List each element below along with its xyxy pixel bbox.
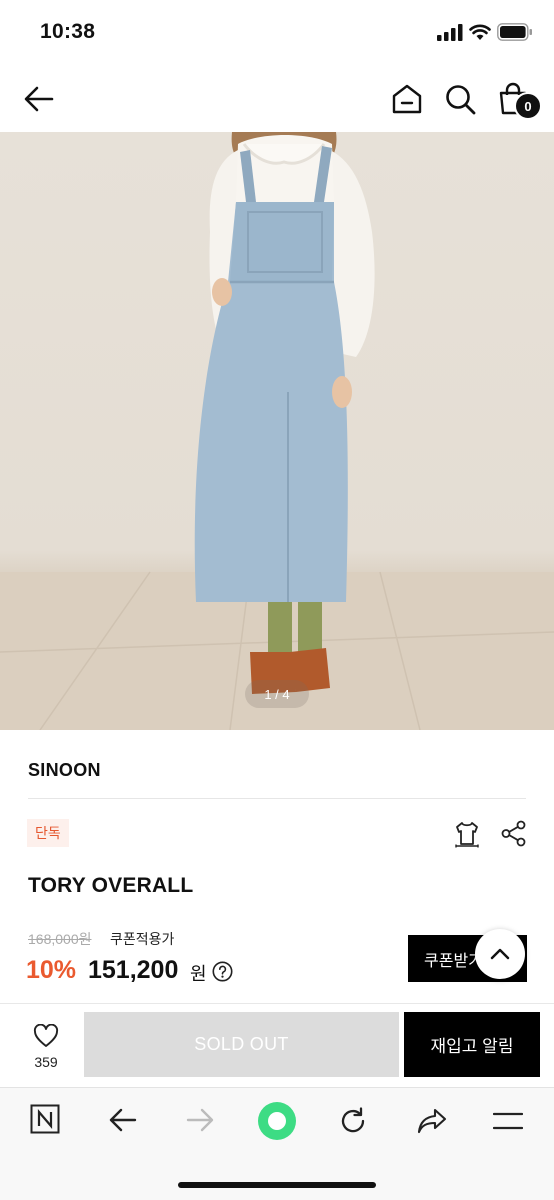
divider xyxy=(0,1003,554,1004)
top-nav xyxy=(0,64,554,132)
restock-alert-button[interactable]: 재입고 알림 xyxy=(404,1012,540,1077)
image-pager: 1 / 4 xyxy=(245,680,309,708)
status-bar: 10:38 xyxy=(0,0,554,64)
cart-count-badge: 0 xyxy=(514,92,542,120)
share-icon[interactable] xyxy=(500,820,527,847)
refresh-icon[interactable] xyxy=(338,1106,368,1136)
status-time: 10:38 xyxy=(40,20,96,43)
share-arrow-icon[interactable] xyxy=(416,1107,448,1135)
wifi-icon xyxy=(469,24,491,40)
signal-icon xyxy=(437,24,463,41)
product-name: TORY OVERALL xyxy=(28,874,194,897)
like-count: 359 xyxy=(34,1054,58,1070)
shirt-size-icon[interactable] xyxy=(453,820,481,848)
sold-out-button[interactable]: SOLD OUT xyxy=(84,1012,399,1077)
home-icon[interactable] xyxy=(390,82,424,116)
coupon-price-label: 쿠폰적용가 xyxy=(110,931,175,947)
original-price: 168,000원 xyxy=(28,931,92,947)
scroll-to-top-button[interactable] xyxy=(475,929,525,979)
discount-rate: 10% xyxy=(26,956,77,984)
menu-icon[interactable] xyxy=(493,1111,523,1131)
green-dot-icon[interactable] xyxy=(257,1101,297,1141)
sale-price: 151,200 xyxy=(88,956,179,984)
product-image[interactable] xyxy=(0,132,554,730)
home-indicator[interactable] xyxy=(178,1182,376,1188)
currency-label: 원 xyxy=(190,964,207,984)
battery-icon xyxy=(497,23,532,41)
chevron-up-icon xyxy=(490,948,510,960)
divider xyxy=(28,798,526,799)
naver-icon[interactable] xyxy=(30,1104,60,1134)
search-icon[interactable] xyxy=(443,82,477,116)
product-photo-illustration xyxy=(0,132,554,730)
arrow-left-icon[interactable] xyxy=(108,1107,138,1133)
help-icon[interactable] xyxy=(212,961,233,982)
arrow-right-icon[interactable] xyxy=(185,1107,215,1133)
exclusive-badge: 단독 xyxy=(27,819,69,847)
heart-icon[interactable] xyxy=(33,1024,59,1048)
brand-name[interactable]: SINOON xyxy=(28,760,101,781)
back-icon[interactable] xyxy=(22,82,56,116)
